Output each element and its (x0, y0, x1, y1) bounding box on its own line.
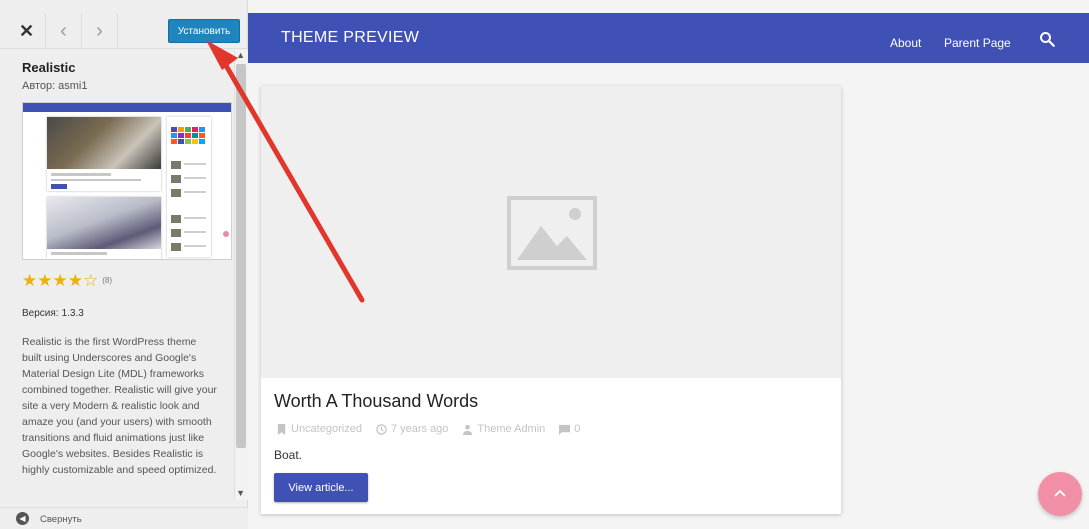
theme-preview: THEME PREVIEW About Parent Page Worth A … (248, 0, 1089, 529)
post-title[interactable]: Worth A Thousand Words (274, 391, 478, 412)
post-category-label: Uncategorized (291, 423, 362, 435)
screenshot-color-grid (171, 127, 207, 144)
author-label: Автор: (22, 80, 56, 92)
theme-screenshot (22, 102, 232, 260)
post-excerpt: Boat. (274, 448, 303, 462)
site-title[interactable]: THEME PREVIEW (281, 29, 419, 47)
post-date: 7 years ago (376, 423, 448, 435)
screenshot-line (51, 173, 111, 176)
screenshot-thumb (171, 243, 181, 251)
author-name: asmi1 (58, 80, 88, 92)
rating-count: (8) (102, 276, 113, 285)
post-category[interactable]: Uncategorized (276, 423, 362, 435)
screenshot-thumb (171, 215, 181, 223)
sidebar-toolbar: ✕ ‹ › Установить (0, 13, 248, 49)
image-placeholder-icon (507, 196, 597, 270)
comment-icon (559, 424, 571, 435)
person-icon (463, 424, 473, 435)
screenshot-header-bar (23, 103, 231, 112)
screenshot-line (184, 217, 206, 219)
scroll-down-arrow-icon[interactable]: ▼ (236, 488, 245, 498)
nav-link-about[interactable]: About (890, 36, 921, 50)
screenshot-thumb (171, 189, 181, 197)
post-comments[interactable]: 0 (559, 423, 580, 435)
search-icon[interactable] (1038, 30, 1056, 48)
screenshot-card (47, 117, 161, 191)
star-empty-icon: ☆ (83, 271, 99, 290)
post-card: Worth A Thousand Words Uncategorized 7 y… (261, 86, 841, 514)
star-filled-icon: ★ (52, 271, 68, 290)
install-button[interactable]: Установить (168, 19, 240, 43)
screenshot-sidebar (167, 117, 211, 257)
screenshot-image (47, 117, 161, 169)
clock-icon (376, 423, 387, 435)
collapse-sidebar-button[interactable]: ◀ Свернуть (0, 507, 248, 529)
screenshot-line (184, 177, 206, 179)
chevron-up-icon (1054, 489, 1066, 497)
star-filled-icon: ★ (67, 271, 83, 290)
site-header: THEME PREVIEW About Parent Page (248, 13, 1089, 63)
post-meta: Uncategorized 7 years ago Theme Admin 0 (276, 423, 594, 435)
previous-theme-button[interactable]: ‹ (46, 13, 82, 49)
screenshot-line (51, 252, 107, 255)
customizer-sidebar: ✕ ‹ › Установить Realistic Автор:asmi1 (0, 0, 248, 529)
close-button[interactable]: ✕ (8, 13, 46, 49)
theme-name: Realistic (22, 60, 76, 75)
back-to-top-button[interactable] (1038, 472, 1082, 516)
screenshot-line (184, 245, 206, 247)
screenshot-line (184, 163, 206, 165)
post-featured-image[interactable] (261, 86, 841, 378)
screenshot-thumb (171, 229, 181, 237)
bookmark-icon (277, 423, 286, 435)
post-date-label: 7 years ago (390, 423, 449, 435)
star-filled-icon: ★ (37, 271, 53, 290)
scroll-up-arrow-icon[interactable]: ▲ (236, 50, 245, 60)
screenshot-line (184, 191, 206, 193)
screenshot-line (51, 179, 141, 181)
screenshot-fab (223, 231, 229, 237)
screenshot-image (47, 197, 161, 249)
theme-details-panel: Realistic Автор: asmi1 ★ ★ ★ ★ ☆ (8) Вер… (0, 50, 248, 500)
sidebar-scrollbar[interactable]: ▲ ▼ (234, 50, 248, 500)
screenshot-thumb (171, 161, 181, 169)
chevron-right-icon: › (96, 19, 103, 42)
nav-link-parent-page[interactable]: Parent Page (944, 36, 1011, 50)
collapse-icon: ◀ (16, 512, 29, 525)
post-comments-count: 0 (574, 423, 581, 435)
screenshot-button (51, 184, 67, 189)
rating-stars: ★ ★ ★ ★ ☆ (8) (22, 272, 112, 289)
version-label: Версия: (22, 308, 59, 319)
view-article-button[interactable]: View article... (274, 473, 368, 502)
scrollbar-thumb[interactable] (236, 64, 246, 448)
version-number: 1.3.3 (61, 308, 84, 319)
post-author[interactable]: Theme Admin (462, 423, 545, 435)
screenshot-card (47, 197, 161, 259)
close-icon: ✕ (18, 20, 35, 41)
collapse-label: Свернуть (40, 514, 82, 525)
next-theme-button[interactable]: › (82, 13, 118, 49)
chevron-left-icon: ‹ (60, 19, 67, 42)
screenshot-line (184, 231, 206, 233)
post-author-label: Theme Admin (477, 423, 546, 435)
screenshot-thumb (171, 175, 181, 183)
theme-description: Realistic is the first WordPress theme b… (22, 336, 217, 476)
theme-author: Автор: asmi1 (22, 80, 88, 92)
star-filled-icon: ★ (22, 271, 38, 290)
theme-version: Версия: 1.3.3 (22, 308, 84, 319)
